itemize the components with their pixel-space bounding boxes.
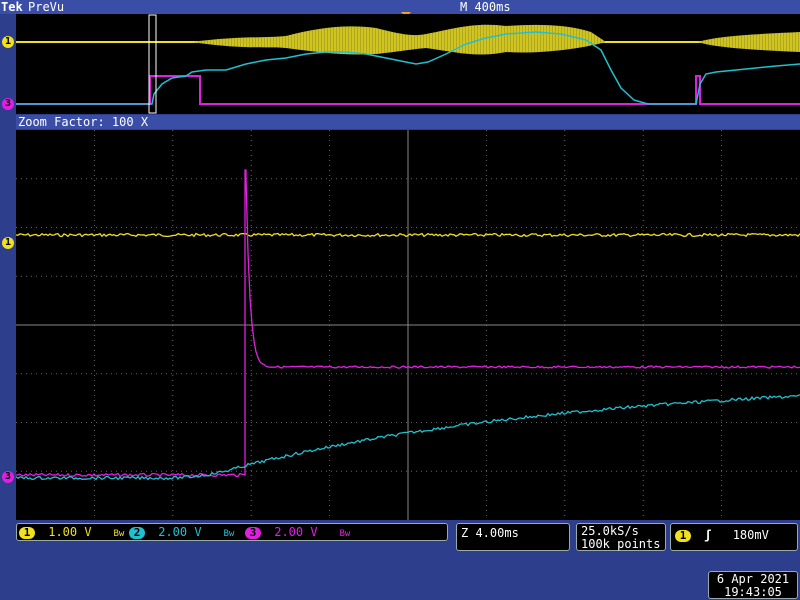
ch1-bw-icon: Bw <box>113 529 125 539</box>
ch2-bw-icon: Bw <box>223 529 235 539</box>
time-readout: 19:43:05 <box>724 585 782 599</box>
overview-ch3-marker[interactable]: 3 <box>2 98 14 110</box>
record-length-readout: 100k points <box>581 537 661 551</box>
ch2-readout[interactable]: 2 2.00 V Bw <box>129 526 234 540</box>
mode-label: PreVu <box>28 0 65 14</box>
ch3-readout[interactable]: 3 2.00 V Bw <box>245 526 350 540</box>
ch1-readout[interactable]: 1 1.00 V Bw <box>19 526 124 540</box>
overview-ch1-marker[interactable]: 1 <box>2 36 14 48</box>
acquisition-box[interactable]: 25.0kS/s 100k points <box>576 523 666 551</box>
datetime-box: 6 Apr 2021 19:43:05 <box>708 571 798 599</box>
trigger-source-badge: 1 <box>675 530 691 542</box>
ch3-bw-icon: Bw <box>339 529 351 539</box>
ch3-ground-marker[interactable]: 3 <box>2 471 14 483</box>
channel-status-box[interactable]: 1 1.00 V Bw 2 2.00 V Bw 3 2.00 V Bw <box>16 523 448 541</box>
trigger-level-readout: 180mV <box>732 528 769 542</box>
zoom-scale-readout: Z 4.00ms <box>461 526 519 540</box>
zoom-factor-label: Zoom Factor: 100 X <box>16 115 800 129</box>
trigger-box[interactable]: 1 ʃ 180mV <box>670 523 798 551</box>
overview-ch1-burst <box>192 24 606 55</box>
horizontal-scale-box[interactable]: Z 4.00ms <box>456 523 570 551</box>
timebase-label[interactable]: M 400ms <box>460 0 511 14</box>
overview-waveform-panel[interactable] <box>16 14 800 114</box>
overview-ch3-trace <box>16 75 800 105</box>
ch1-ground-marker[interactable]: 1 <box>2 237 14 249</box>
zoom-graticule[interactable] <box>16 130 800 520</box>
overview-ch1-burst-2 <box>698 32 800 52</box>
brand-label: Tek <box>1 0 23 14</box>
rising-edge-icon: ʃ <box>704 528 712 542</box>
